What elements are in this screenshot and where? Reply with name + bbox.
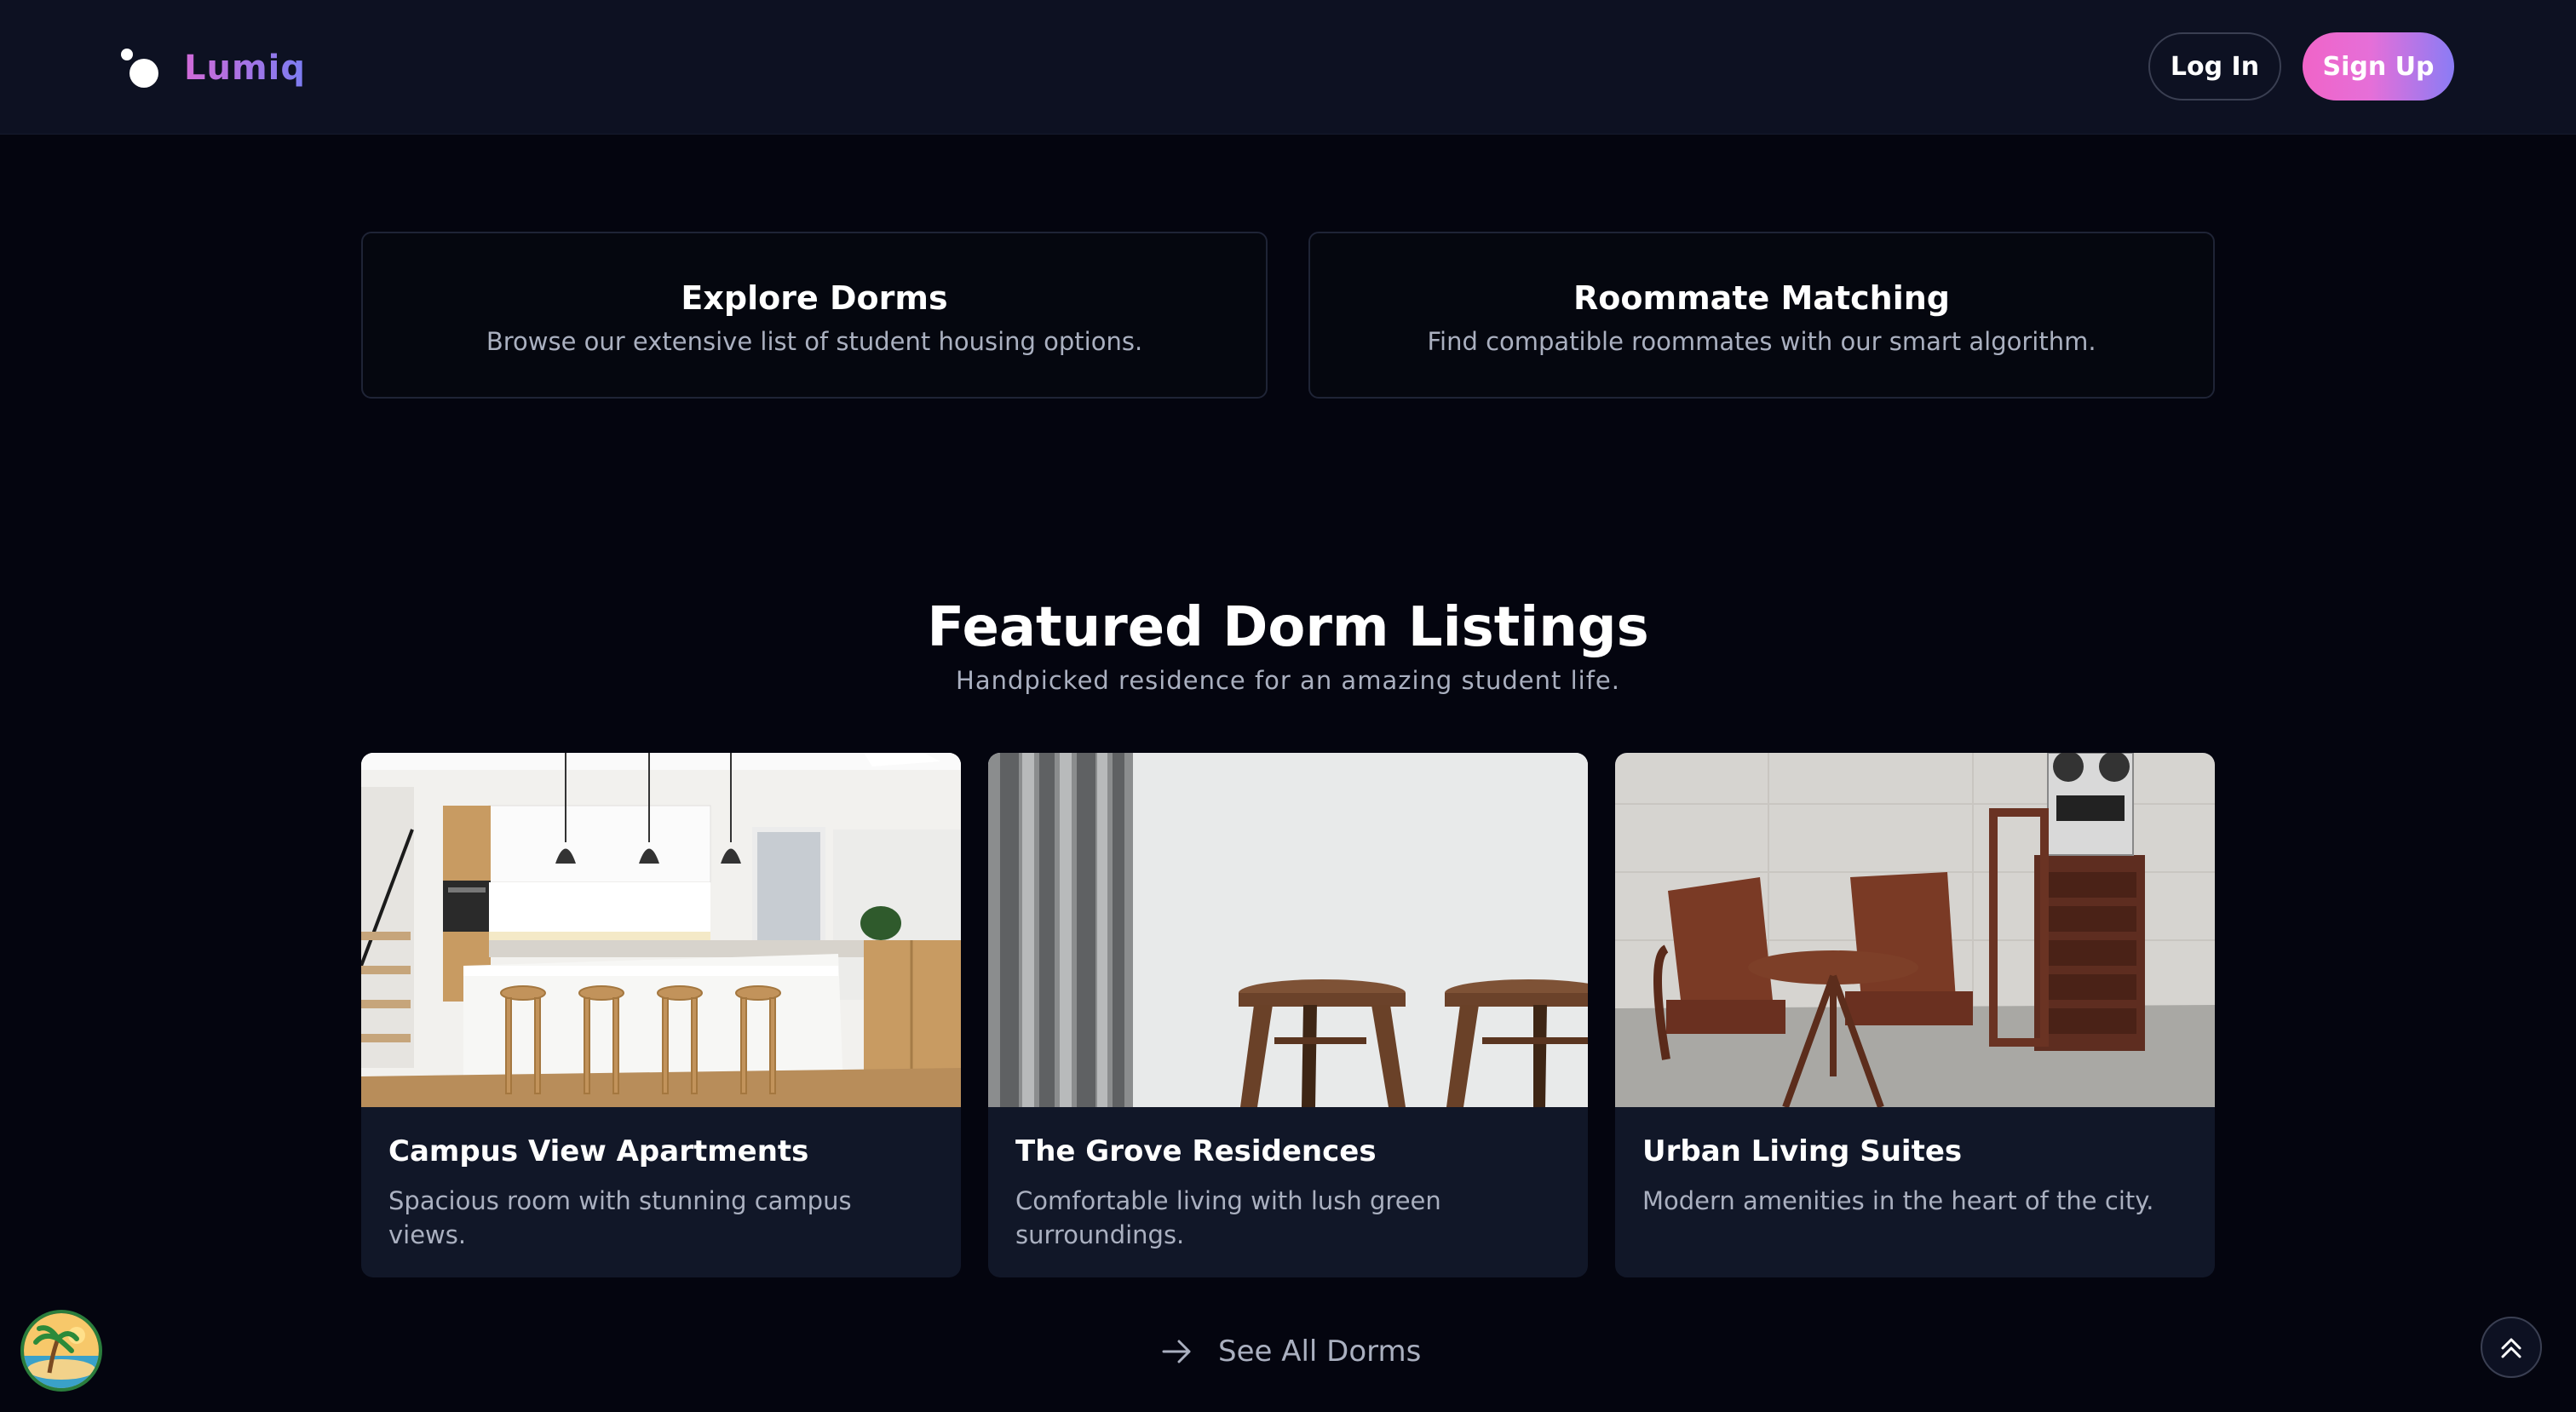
brand-logo[interactable]: Lumiq xyxy=(119,43,306,94)
feature-card-roommate-matching[interactable]: Roommate Matching Find compatible roomma… xyxy=(1308,232,2215,399)
lumiq-logo-icon xyxy=(119,47,162,89)
listing-card-campus-view[interactable]: Campus View Apartments Spacious room wit… xyxy=(361,753,961,1277)
scroll-to-top-button[interactable] xyxy=(2481,1317,2542,1378)
double-chevron-up-icon xyxy=(2501,1338,2521,1358)
listing-photo-kitchen xyxy=(361,753,961,1107)
beach-avatar-icon[interactable] xyxy=(20,1310,102,1392)
listing-photo-stools xyxy=(988,753,1588,1107)
listing-name: Campus View Apartments xyxy=(388,1134,809,1168)
listing-description: Modern amenities in the heart of the cit… xyxy=(1642,1186,2154,1215)
arrow-right-icon xyxy=(1162,1340,1191,1363)
feature-title: Roommate Matching xyxy=(1573,279,1950,317)
listing-card-grove-residences[interactable]: The Grove Residences Comfortable living … xyxy=(988,753,1588,1277)
listing-card-urban-living[interactable]: Urban Living Suites Modern amenities in … xyxy=(1615,753,2215,1277)
feature-card-explore-dorms[interactable]: Explore Dorms Browse our extensive list … xyxy=(361,232,1268,399)
see-all-label: See All Dorms xyxy=(1218,1335,1422,1369)
brand-name: Lumiq xyxy=(184,49,306,88)
signup-button[interactable]: Sign Up xyxy=(2303,32,2454,100)
listing-name: Urban Living Suites xyxy=(1642,1134,1963,1168)
listing-description: Comfortable living with lush green surro… xyxy=(1015,1186,1441,1249)
feature-description: Browse our extensive list of student hou… xyxy=(486,327,1143,356)
feature-description: Find compatible roommates with our smart… xyxy=(1427,327,2096,356)
feature-title: Explore Dorms xyxy=(681,279,948,317)
listing-photo-living-room xyxy=(1615,753,2215,1107)
listing-description: Spacious room with stunning campus views… xyxy=(388,1186,852,1249)
listing-name: The Grove Residences xyxy=(1015,1134,1377,1168)
top-navbar: Lumiq Log In Sign Up xyxy=(0,0,2576,135)
login-button[interactable]: Log In xyxy=(2148,32,2281,100)
section-title: Featured Dorm Listings xyxy=(927,596,1649,659)
section-subtitle: Handpicked residence for an amazing stud… xyxy=(956,666,1620,695)
see-all-dorms-link[interactable]: See All Dorms xyxy=(1162,1330,1421,1373)
